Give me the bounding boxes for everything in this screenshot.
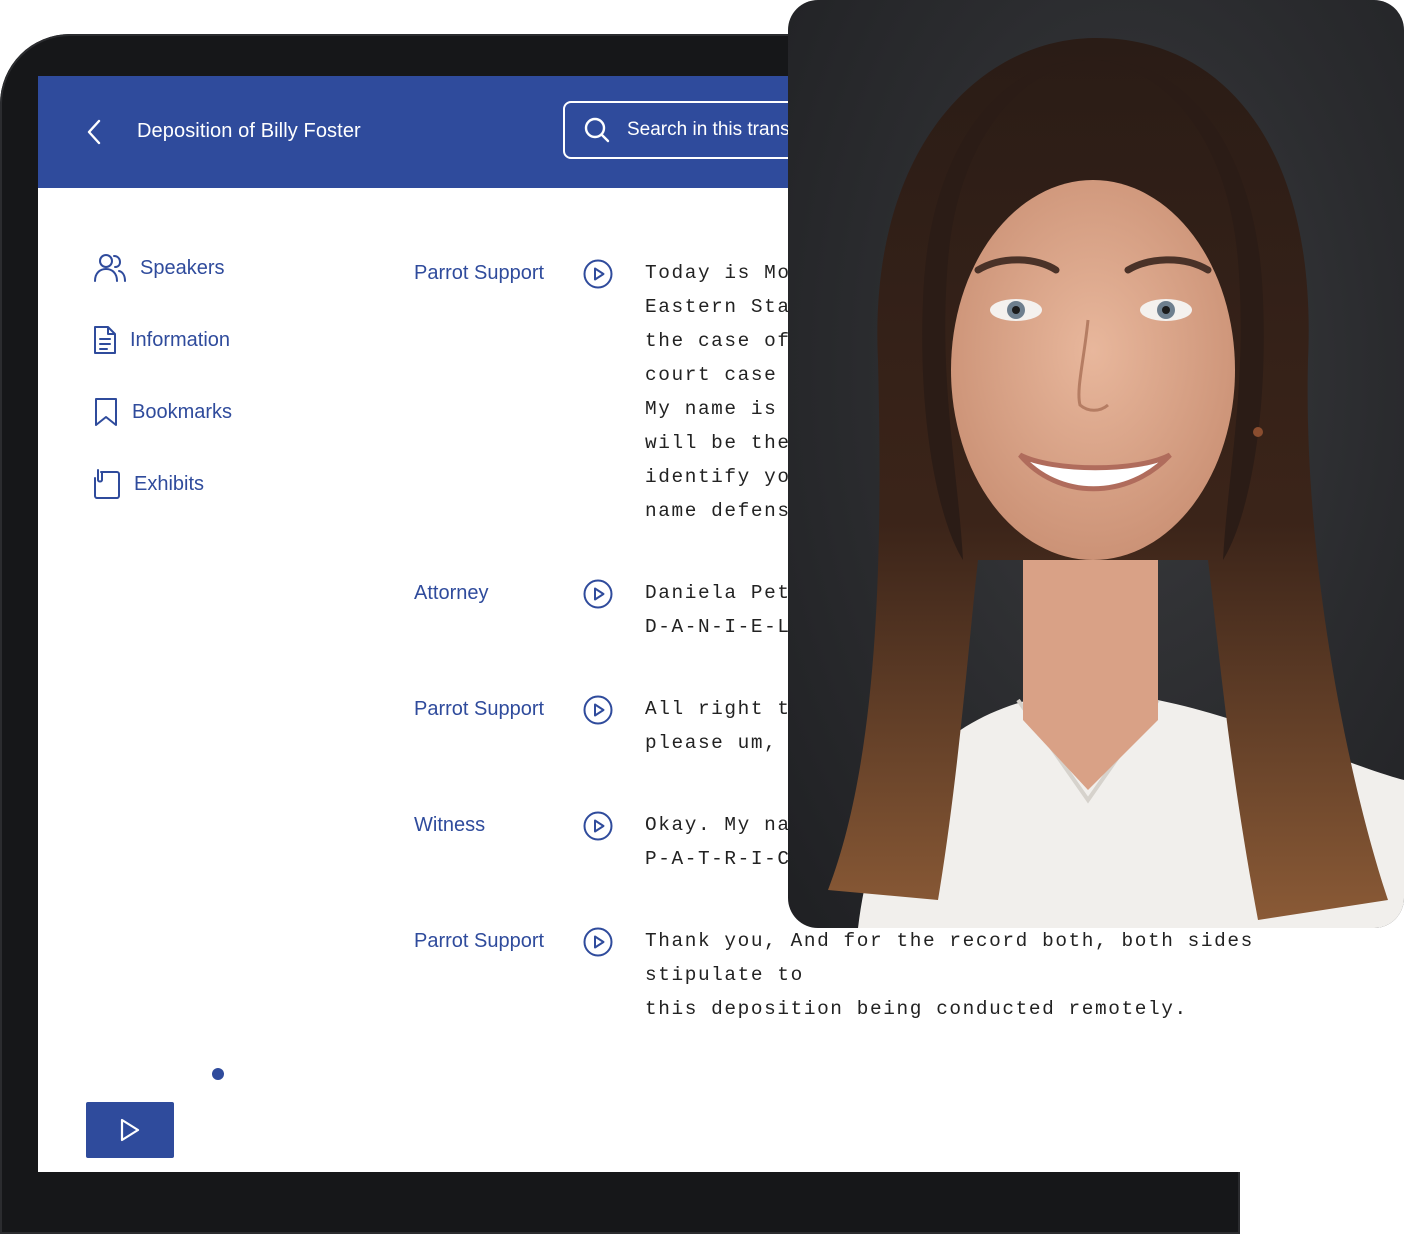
sidebar-item-information[interactable]: Information bbox=[92, 324, 230, 356]
back-button[interactable] bbox=[80, 116, 108, 148]
play-circle-icon[interactable] bbox=[582, 578, 614, 610]
sidebar-item-label: Bookmarks bbox=[132, 400, 233, 423]
page-title: Deposition of Billy Foster bbox=[137, 120, 361, 142]
clipboard-icon bbox=[94, 469, 120, 499]
speaker-label: Witness bbox=[414, 814, 486, 836]
search-icon bbox=[584, 117, 610, 143]
speaker-label: Parrot Support bbox=[414, 698, 545, 720]
playhead-dot[interactable] bbox=[212, 1068, 224, 1080]
transcript-text: Thank you, And for the record both, both… bbox=[645, 930, 1254, 1020]
play-circle-icon[interactable] bbox=[582, 258, 614, 290]
speaker-label: Parrot Support bbox=[414, 262, 545, 284]
play-button[interactable] bbox=[86, 1102, 174, 1158]
portrait-illustration bbox=[828, 37, 1404, 928]
play-icon bbox=[120, 1118, 140, 1142]
sidebar-item-bookmarks[interactable]: Bookmarks bbox=[92, 396, 232, 428]
portrait-photo bbox=[788, 0, 1404, 928]
play-circle-icon[interactable] bbox=[582, 694, 614, 726]
chevron-left-icon bbox=[87, 119, 101, 145]
users-icon bbox=[94, 254, 126, 282]
sidebar-item-speakers[interactable]: Speakers bbox=[92, 252, 225, 284]
sidebar-item-label: Speakers bbox=[140, 256, 225, 279]
speaker-label: Attorney bbox=[414, 582, 489, 604]
speaker-label: Parrot Support bbox=[414, 930, 545, 952]
document-icon bbox=[94, 326, 116, 354]
play-circle-icon[interactable] bbox=[582, 810, 614, 842]
play-circle-icon[interactable] bbox=[582, 926, 614, 958]
sidebar-item-exhibits[interactable]: Exhibits bbox=[92, 468, 204, 500]
sidebar-item-label: Exhibits bbox=[134, 472, 205, 495]
bookmark-icon bbox=[95, 398, 117, 426]
sidebar-item-label: Information bbox=[130, 328, 231, 351]
